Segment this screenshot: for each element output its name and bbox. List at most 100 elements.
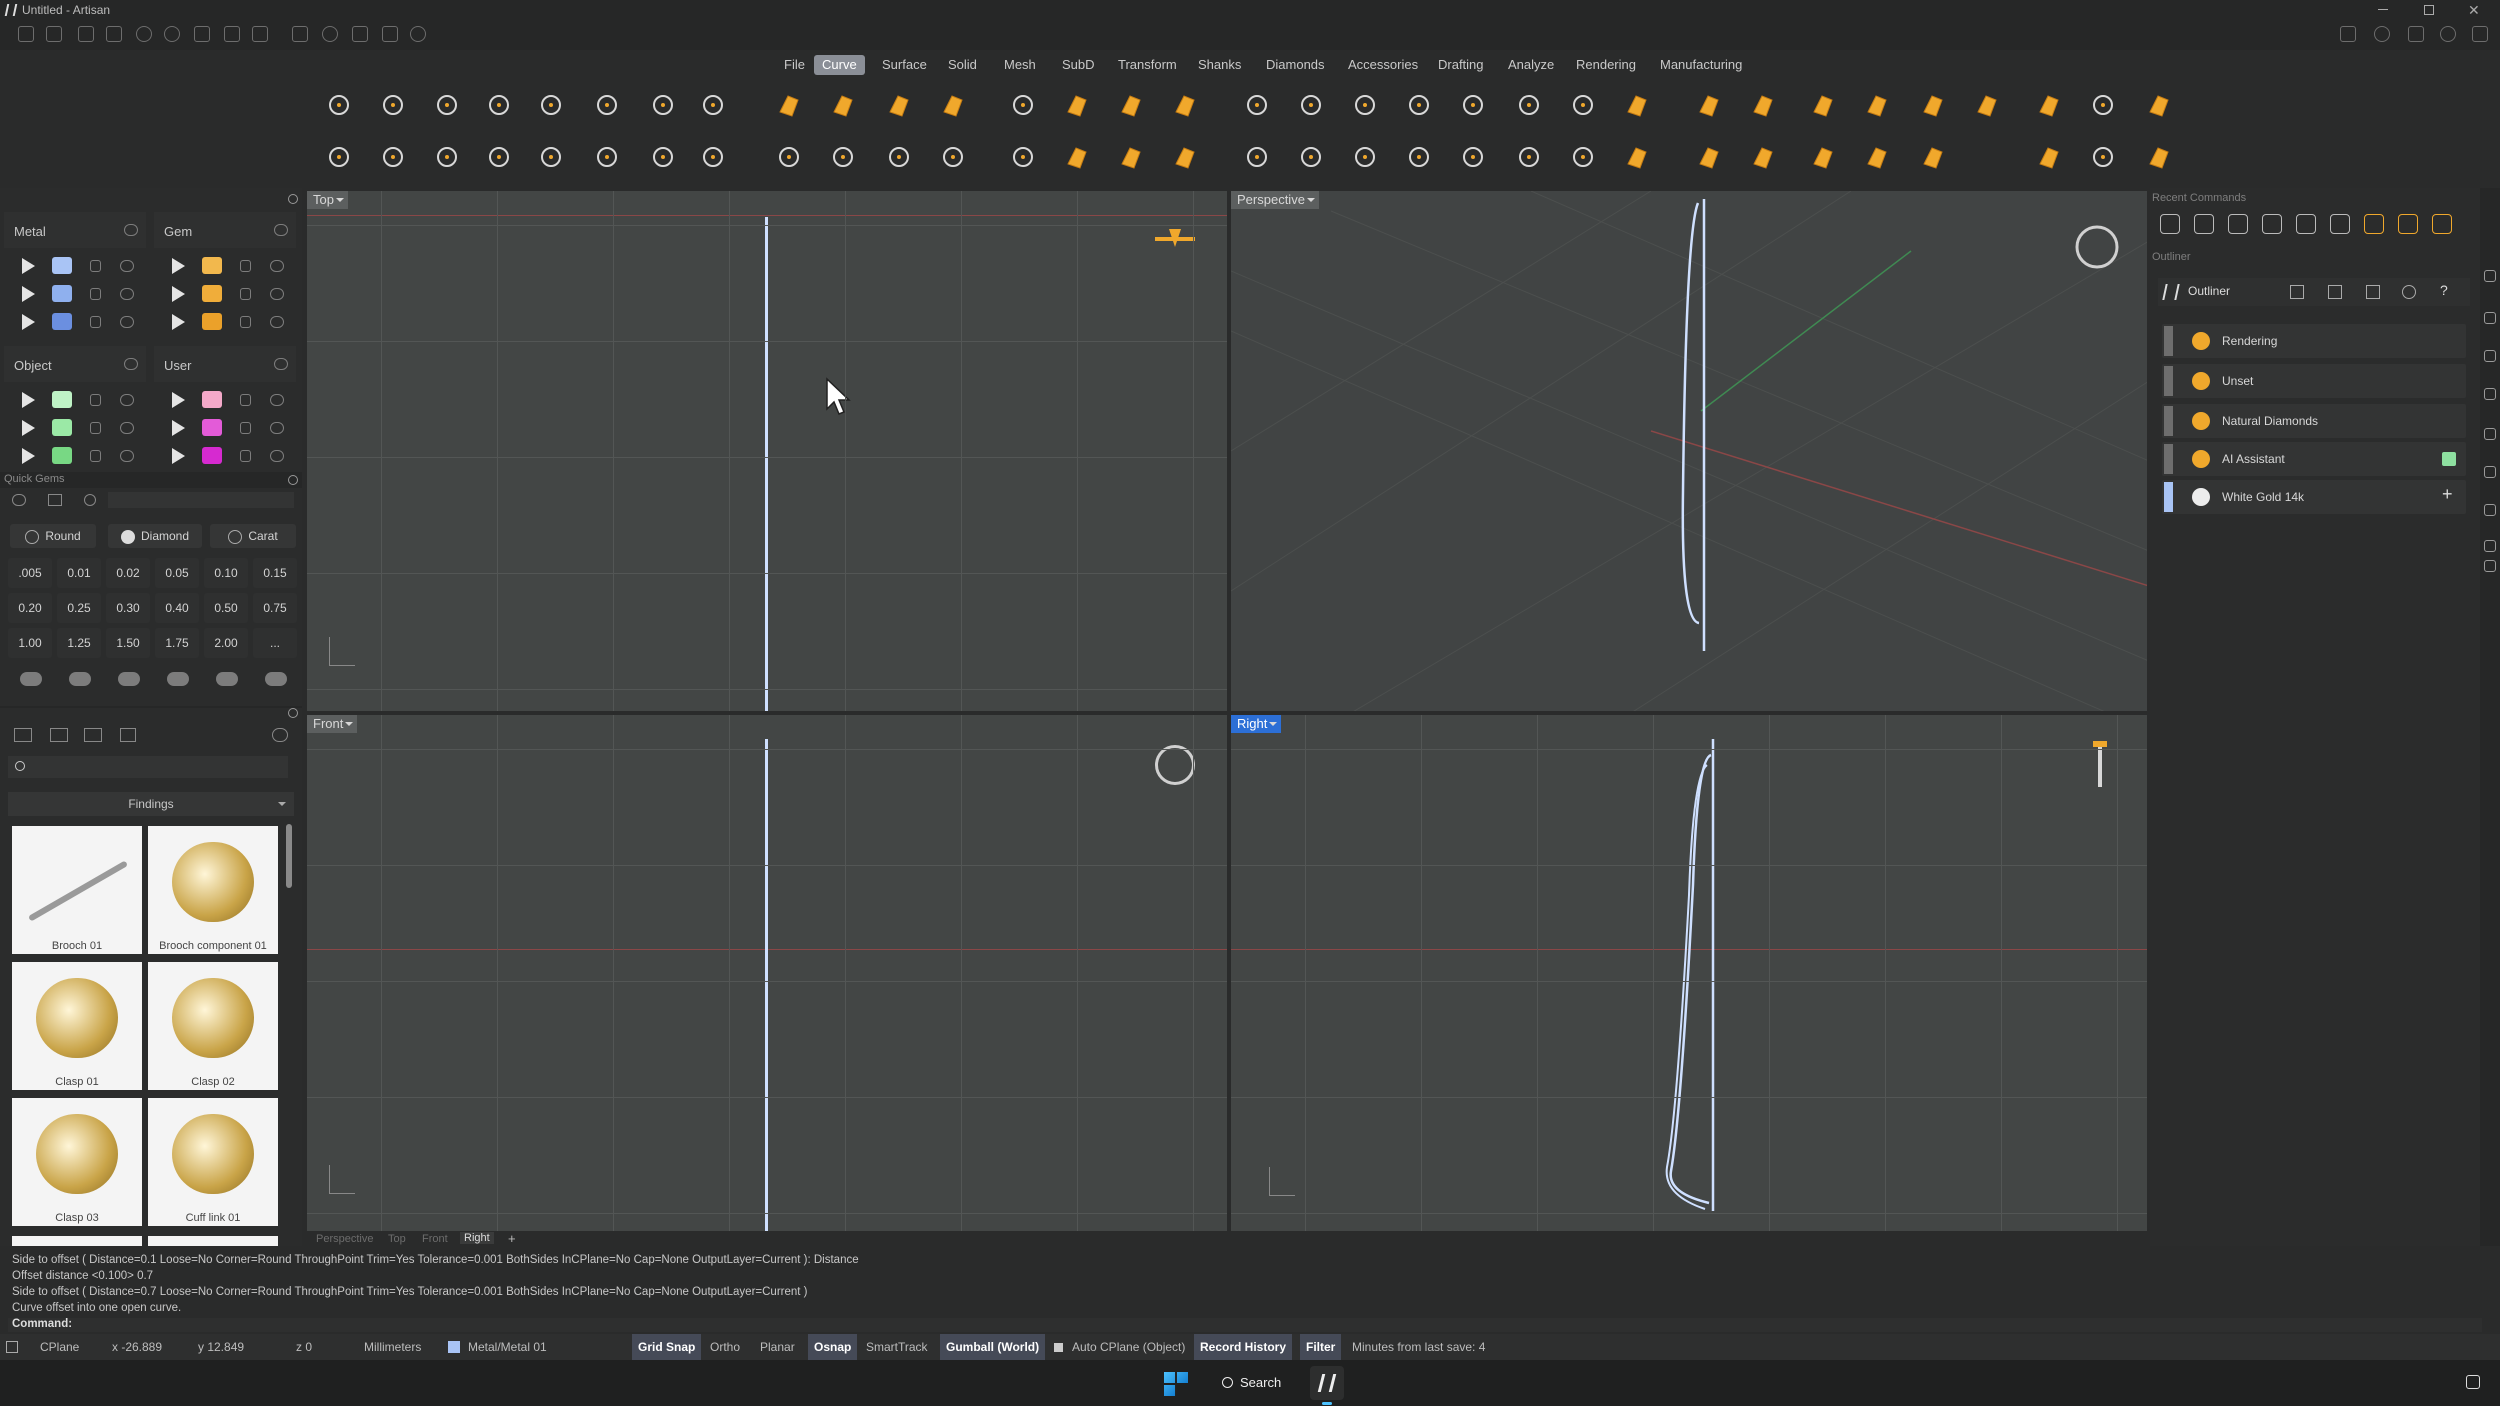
gem-size-button[interactable]: 0.10 xyxy=(204,558,248,588)
balance-icon[interactable] xyxy=(2328,285,2342,299)
library-item[interactable]: Clasp 03 xyxy=(12,1098,142,1226)
layer-color-swatch[interactable] xyxy=(52,447,72,464)
gem-size-button[interactable]: 1.25 xyxy=(57,628,101,658)
play-icon[interactable] xyxy=(172,314,185,330)
gumball-toggle[interactable]: Gumball (World) xyxy=(940,1334,1046,1360)
play-icon[interactable] xyxy=(172,286,185,302)
ribbon-tool-10-icon[interactable] xyxy=(532,138,570,176)
viewport-label-right[interactable]: Right xyxy=(1231,715,1282,733)
library-import-icon[interactable] xyxy=(84,728,102,742)
layer-color-swatch[interactable] xyxy=(52,257,72,274)
status-units[interactable]: Millimeters xyxy=(358,1334,427,1360)
viewport-label-perspective[interactable]: Perspective xyxy=(1231,191,1319,209)
ribbon-tool-48-icon[interactable] xyxy=(1618,138,1656,176)
tab-manufacturing[interactable]: Manufacturing xyxy=(1652,55,1750,75)
viewport-top[interactable]: Top xyxy=(306,190,1228,712)
ortho-toggle[interactable]: Ortho xyxy=(704,1334,746,1360)
lock-icon[interactable] xyxy=(90,450,101,462)
tab-file[interactable]: File xyxy=(776,55,813,75)
ribbon-tool-63-icon[interactable] xyxy=(2084,138,2122,176)
viewport-front[interactable]: Front xyxy=(306,714,1228,1232)
side-tab-9-icon[interactable] xyxy=(2484,560,2496,572)
gem-size-button[interactable]: 0.30 xyxy=(106,593,150,623)
library-item[interactable] xyxy=(148,1236,278,1246)
tab-solid[interactable]: Solid xyxy=(940,55,985,75)
ribbon-tool-20-icon[interactable] xyxy=(824,138,862,176)
recent-command-6-icon[interactable] xyxy=(2330,214,2350,234)
ribbon-tool-40-icon[interactable] xyxy=(1400,138,1438,176)
side-tab-4-icon[interactable] xyxy=(2484,388,2496,400)
layer-color-swatch[interactable] xyxy=(52,313,72,330)
viewport-perspective[interactable]: Perspective xyxy=(1230,190,2148,712)
ribbon-tool-24-icon[interactable] xyxy=(934,138,972,176)
ribbon-tool-60-icon[interactable] xyxy=(2030,86,2068,124)
lock-icon[interactable] xyxy=(90,422,101,434)
lock-icon[interactable] xyxy=(240,450,251,462)
ribbon-tool-58-icon[interactable] xyxy=(1914,138,1952,176)
outliner-row[interactable]: Rendering xyxy=(2162,324,2466,358)
ribbon-tool-59-icon[interactable] xyxy=(1968,86,2006,124)
ribbon-tool-28-icon[interactable] xyxy=(1058,138,1096,176)
ribbon-tool-2-icon[interactable] xyxy=(320,138,358,176)
redo-icon[interactable] xyxy=(164,26,180,42)
outliner-row[interactable]: White Gold 14k + xyxy=(2162,480,2466,514)
artisan-taskbar-button[interactable] xyxy=(1310,1366,1344,1400)
ribbon-tool-38-icon[interactable] xyxy=(1346,138,1384,176)
library-category-dropdown[interactable]: Findings xyxy=(8,792,294,816)
ribbon-tool-3-icon[interactable] xyxy=(374,86,412,124)
record-history-toggle[interactable]: Record History xyxy=(1194,1334,1293,1360)
side-tab-5-icon[interactable] xyxy=(2484,428,2496,440)
settings-icon[interactable] xyxy=(410,26,426,42)
recent-command-2-icon[interactable] xyxy=(2194,214,2214,234)
visibility-eye-icon[interactable] xyxy=(270,316,284,328)
lock-icon[interactable] xyxy=(90,316,101,328)
lock-icon[interactable] xyxy=(90,260,101,272)
minimize-icon[interactable] xyxy=(2378,9,2388,10)
play-icon[interactable] xyxy=(172,420,185,436)
gem-place-icon[interactable] xyxy=(48,494,62,506)
lock-icon[interactable] xyxy=(90,288,101,300)
maximize-icon[interactable] xyxy=(2424,5,2434,15)
ribbon-tool-43-icon[interactable] xyxy=(1510,86,1548,124)
layer-color-swatch[interactable] xyxy=(202,285,222,302)
lock-icon[interactable] xyxy=(240,288,251,300)
library-item[interactable]: Clasp 02 xyxy=(148,962,278,1090)
play-icon[interactable] xyxy=(172,258,185,274)
lock-icon[interactable] xyxy=(90,394,101,406)
gem-shape-icon[interactable] xyxy=(216,672,238,686)
render-icon[interactable] xyxy=(322,26,338,42)
layer-color-swatch[interactable] xyxy=(202,447,222,464)
gem-size-button[interactable]: 0.25 xyxy=(57,593,101,623)
gem-shape-icon[interactable] xyxy=(118,672,140,686)
library-item[interactable]: Brooch component 01 xyxy=(148,826,278,954)
layer-color-swatch[interactable] xyxy=(52,419,72,436)
ribbon-tool-53-icon[interactable] xyxy=(1804,86,1842,124)
visibility-eye-icon[interactable] xyxy=(120,316,134,328)
gem-size-button[interactable]: 0.20 xyxy=(8,593,52,623)
visibility-eye-icon[interactable] xyxy=(270,288,284,300)
taskbar-search[interactable]: Search xyxy=(1208,1368,1304,1398)
gem-size-button[interactable]: 0.02 xyxy=(106,558,150,588)
gem-size-button[interactable]: 0.75 xyxy=(253,593,297,623)
ribbon-tool-16-icon[interactable] xyxy=(694,138,732,176)
add-icon[interactable]: + xyxy=(2442,484,2453,505)
ribbon-tool-49-icon[interactable] xyxy=(1690,86,1728,124)
lock-icon[interactable] xyxy=(240,422,251,434)
viewport-label-top[interactable]: Top xyxy=(307,191,348,209)
windows-start-icon[interactable] xyxy=(1164,1372,1188,1396)
ribbon-tool-9-icon[interactable] xyxy=(532,86,570,124)
visibility-eye-icon[interactable] xyxy=(120,288,134,300)
grid-snap-toggle[interactable]: Grid Snap xyxy=(632,1334,702,1360)
gem-size-button[interactable]: 1.00 xyxy=(8,628,52,658)
gem-shape-icon[interactable] xyxy=(69,672,91,686)
side-tab-3-icon[interactable] xyxy=(2484,350,2496,362)
ribbon-tool-26-icon[interactable] xyxy=(1004,138,1042,176)
ribbon-tool-6-icon[interactable] xyxy=(428,138,466,176)
recent-command-1-icon[interactable] xyxy=(2160,214,2180,234)
save-icon[interactable] xyxy=(194,26,210,42)
ribbon-tool-19-icon[interactable] xyxy=(824,86,862,124)
gem-shape-icon[interactable] xyxy=(20,672,42,686)
ribbon-tool-22-icon[interactable] xyxy=(880,138,918,176)
viewport-label-front[interactable]: Front xyxy=(307,715,358,733)
help-icon[interactable]: ? xyxy=(2440,282,2448,298)
